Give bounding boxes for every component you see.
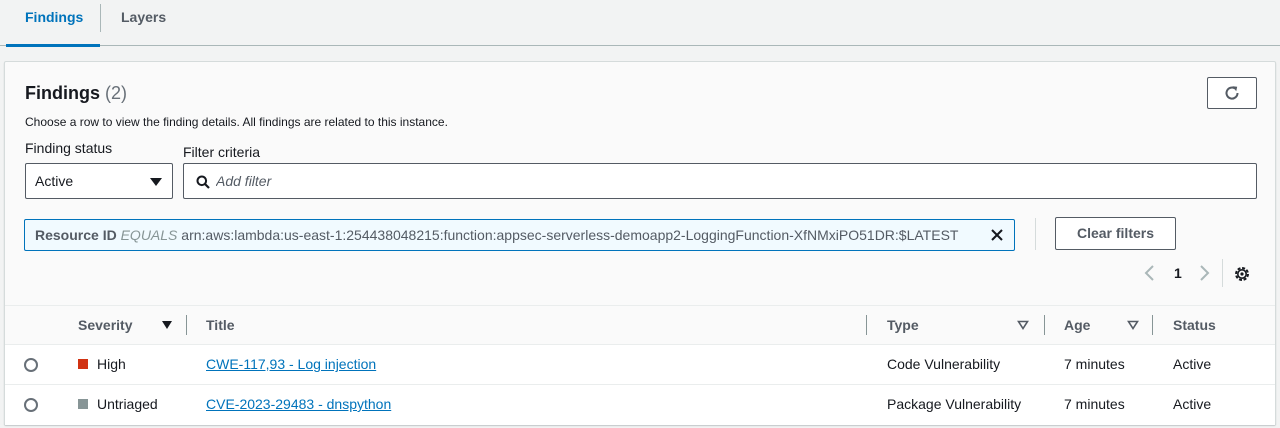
severity-untriaged-icon bbox=[78, 399, 88, 409]
filter-token: Resource ID EQUALS arn:aws:lambda:us-eas… bbox=[24, 219, 1015, 251]
filter-box[interactable] bbox=[183, 163, 1257, 199]
tab-layers-label: Layers bbox=[121, 9, 167, 25]
findings-table: Severity Title Type Age Status High CWE-… bbox=[5, 305, 1275, 425]
finding-status-label: Finding status bbox=[25, 140, 113, 156]
token-key: Resource ID bbox=[35, 227, 117, 243]
tab-findings[interactable]: Findings bbox=[6, 0, 100, 47]
age-cell: 7 minutes bbox=[1064, 356, 1125, 372]
severity-cell: High bbox=[97, 356, 126, 372]
column-age[interactable]: Age bbox=[1064, 306, 1090, 344]
type-cell: Package Vulnerability bbox=[887, 396, 1022, 412]
search-icon bbox=[196, 175, 210, 189]
tab-bar: Findings Layers bbox=[0, 0, 1280, 47]
close-icon[interactable] bbox=[990, 228, 1004, 242]
sort-icon[interactable] bbox=[1017, 319, 1029, 331]
column-severity[interactable]: Severity bbox=[78, 306, 132, 344]
tab-layers[interactable]: Layers bbox=[101, 0, 183, 46]
gear-icon[interactable] bbox=[1233, 265, 1251, 283]
table-row[interactable]: High CWE-117,93 - Log injection Code Vul… bbox=[5, 345, 1275, 385]
status-cell: Active bbox=[1173, 356, 1212, 372]
finding-title-link[interactable]: CVE-2023-29483 - dnspython bbox=[206, 396, 391, 412]
column-status: Status bbox=[1173, 317, 1216, 333]
findings-count: (2) bbox=[105, 83, 128, 103]
previous-page-icon[interactable] bbox=[1143, 262, 1157, 284]
severity-high-icon bbox=[78, 359, 88, 369]
status-cell: Active bbox=[1173, 396, 1212, 412]
current-page-number[interactable]: 1 bbox=[1174, 262, 1182, 284]
column-type[interactable]: Type bbox=[887, 306, 919, 344]
chevron-down-icon bbox=[150, 178, 162, 186]
token-value: arn:aws:lambda:us-east-1:254438048215:fu… bbox=[181, 227, 959, 243]
column-title[interactable]: Title bbox=[206, 306, 235, 344]
age-cell: 7 minutes bbox=[1064, 396, 1125, 412]
filter-divider bbox=[1035, 218, 1036, 250]
finding-status-value: Active bbox=[35, 173, 74, 189]
refresh-icon bbox=[1225, 86, 1239, 100]
filter-criteria-label: Filter criteria bbox=[183, 144, 261, 160]
finding-title-link[interactable]: CWE-117,93 - Log injection bbox=[206, 356, 376, 372]
sort-icon[interactable] bbox=[1127, 319, 1139, 331]
column-divider[interactable] bbox=[1152, 315, 1153, 335]
panel-title: Findings (2) bbox=[25, 83, 127, 104]
next-page-icon[interactable] bbox=[1197, 262, 1211, 284]
panel-description: Choose a row to view the finding details… bbox=[25, 115, 448, 129]
column-divider[interactable] bbox=[866, 315, 867, 335]
token-operator: EQUALS bbox=[120, 227, 178, 243]
row-radio[interactable] bbox=[24, 398, 38, 412]
table-row[interactable]: Untriaged CVE-2023-29483 - dnspython Pac… bbox=[5, 385, 1275, 425]
panel-title-text: Findings bbox=[25, 83, 100, 103]
type-cell: Code Vulnerability bbox=[887, 356, 1001, 372]
refresh-button[interactable] bbox=[1207, 77, 1257, 109]
filter-input[interactable] bbox=[216, 165, 1236, 197]
severity-cell: Untriaged bbox=[97, 396, 158, 412]
pagination-divider bbox=[1222, 259, 1223, 287]
title-cell: CVE-2023-29483 - dnspython bbox=[206, 385, 391, 423]
column-divider[interactable] bbox=[186, 315, 187, 335]
title-cell: CWE-117,93 - Log injection bbox=[206, 345, 376, 383]
sort-descending-icon[interactable] bbox=[162, 321, 172, 329]
findings-panel: Findings (2) Choose a row to view the fi… bbox=[4, 61, 1276, 425]
row-radio[interactable] bbox=[24, 358, 38, 372]
clear-filters-button[interactable]: Clear filters bbox=[1055, 217, 1176, 250]
table-header: Severity Title Type Age Status bbox=[5, 305, 1275, 345]
tab-findings-label: Findings bbox=[25, 9, 84, 25]
finding-status-select[interactable]: Active bbox=[25, 163, 173, 199]
column-divider[interactable] bbox=[1044, 315, 1045, 335]
